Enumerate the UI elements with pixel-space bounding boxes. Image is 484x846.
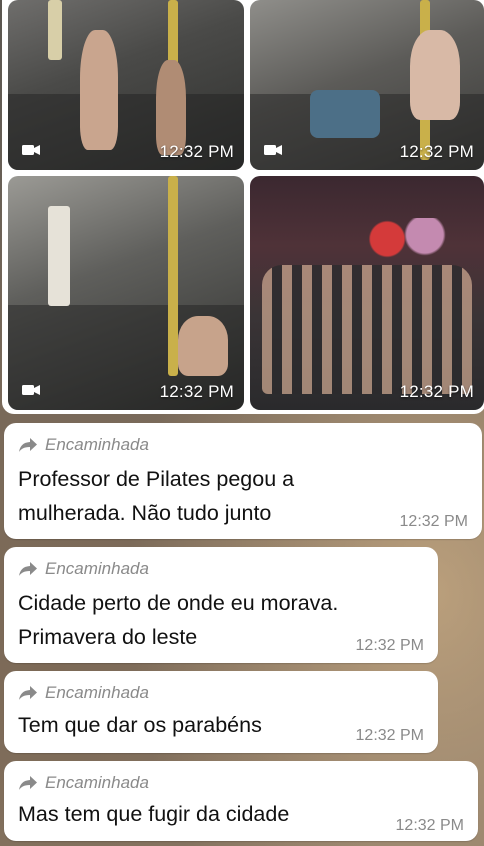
- message-bubble[interactable]: Encaminhada Cidade perto de onde eu mora…: [4, 547, 438, 663]
- forwarded-text: Encaminhada: [45, 773, 149, 792]
- video-camera-icon: [22, 145, 40, 155]
- forward-arrow-icon: [19, 686, 37, 700]
- image-thumbnail-4[interactable]: 12:32 PM: [250, 176, 484, 410]
- forward-arrow-icon: [19, 438, 37, 452]
- message-bubble[interactable]: Encaminhada Mas tem que fugir da cidade …: [4, 761, 478, 841]
- thumbnail-scene: [310, 90, 380, 138]
- thumbnail-scene: [410, 30, 460, 120]
- forwarded-label: Encaminhada: [18, 559, 149, 579]
- thumbnail-scene: [48, 0, 62, 60]
- thumbnail-scene: [156, 60, 186, 155]
- message-text: Professor de Pilates pegou a mulherada. …: [18, 467, 295, 525]
- forward-arrow-icon: [19, 776, 37, 790]
- media-album-bubble: 12:32 PM 12:32 PM 12:32 PM 12:32 PM: [2, 0, 484, 414]
- thumbnail-scene: [178, 316, 228, 376]
- forwarded-label: Encaminhada: [18, 683, 149, 703]
- forwarded-text: Encaminhada: [45, 435, 149, 454]
- forwarded-label: Encaminhada: [18, 435, 149, 455]
- thumbnail-scene: [48, 206, 70, 306]
- video-thumbnail-1[interactable]: 12:32 PM: [8, 0, 244, 170]
- message-text: Tem que dar os parabéns: [18, 713, 262, 737]
- message-timestamp: 12:32 PM: [355, 727, 424, 744]
- message-bubble[interactable]: Encaminhada Tem que dar os parabéns 12:3…: [4, 671, 438, 753]
- video-thumbnail-2[interactable]: 12:32 PM: [250, 0, 484, 170]
- video-camera-icon: [22, 385, 40, 395]
- thumbnail-scene: [261, 264, 473, 394]
- message-timestamp: 12:32 PM: [355, 637, 424, 654]
- media-timestamp: 12:32 PM: [159, 142, 234, 161]
- forwarded-text: Encaminhada: [45, 683, 149, 702]
- media-timestamp: 12:32 PM: [399, 382, 474, 401]
- forwarded-label: Encaminhada: [18, 773, 149, 793]
- forwarded-text: Encaminhada: [45, 559, 149, 578]
- message-text: Mas tem que fugir da cidade: [18, 802, 290, 826]
- video-thumbnail-3[interactable]: 12:32 PM: [8, 176, 244, 410]
- message-timestamp: 12:32 PM: [395, 817, 464, 834]
- thumbnail-scene: [168, 176, 178, 376]
- media-timestamp: 12:32 PM: [159, 382, 234, 401]
- video-camera-icon: [264, 145, 282, 155]
- message-text: Cidade perto de onde eu morava. Primaver…: [18, 591, 339, 649]
- thumbnail-scene: [80, 30, 118, 150]
- media-timestamp: 12:32 PM: [399, 142, 474, 161]
- thumbnail-scene: [296, 218, 461, 261]
- message-timestamp: 12:32 PM: [399, 513, 468, 530]
- forward-arrow-icon: [19, 562, 37, 576]
- message-bubble[interactable]: Encaminhada Professor de Pilates pegou a…: [4, 423, 482, 539]
